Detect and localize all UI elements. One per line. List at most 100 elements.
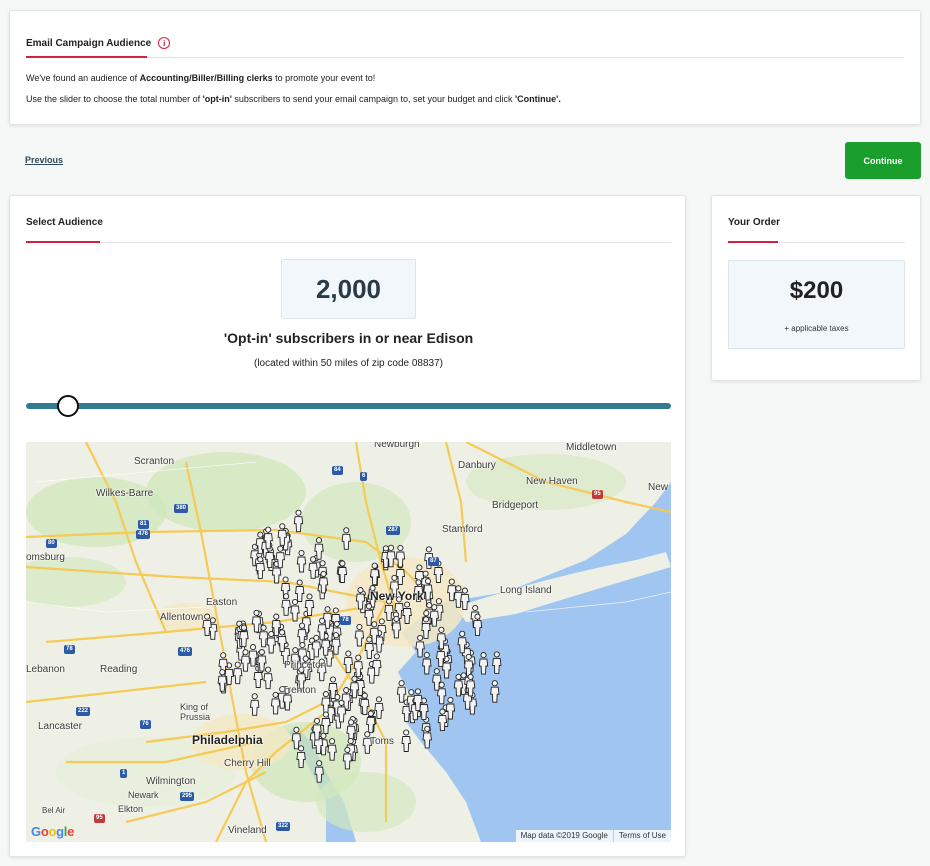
order-price: $200: [789, 277, 844, 304]
highway-shield: 476: [178, 647, 193, 656]
intro-line-1-suffix: to promote your event to!: [272, 73, 376, 83]
highway-shield: 84: [332, 466, 343, 475]
subscriber-count: 2,000: [281, 259, 416, 319]
person-marker-icon: [472, 613, 483, 637]
person-marker-icon: [490, 680, 500, 703]
select-audience-title: Select Audience: [26, 217, 103, 228]
terms-of-use-link[interactable]: Terms of Use: [612, 830, 671, 842]
subscriber-location-note: (located within 50 miles of zip code 088…: [254, 358, 443, 369]
person-marker-icon: [258, 624, 269, 648]
campaign-audience-title-text: Email Campaign Audience: [26, 37, 152, 49]
highway-shield: 81: [138, 520, 149, 529]
person-marker-icon: [478, 652, 489, 675]
person-marker-icon: [422, 725, 432, 749]
select-audience-card: Select Audience 2,000 'Opt-in' subscribe…: [9, 195, 686, 857]
person-marker-icon: [266, 630, 276, 654]
map-city-label: Vineland: [228, 825, 267, 836]
campaign-audience-title: Email Campaign Audience i: [26, 37, 171, 49]
map-city-label: Lancaster: [38, 721, 82, 732]
person-marker-icon: [354, 623, 365, 647]
person-marker-icon: [492, 651, 502, 674]
map-city-label: omsburg: [26, 552, 65, 563]
person-marker-icon: [349, 675, 360, 699]
person-marker-icon: [422, 651, 432, 675]
highway-shield: 295: [180, 792, 195, 801]
person-marker-icon: [327, 738, 337, 761]
person-marker-icon: [331, 632, 341, 655]
title-accent: [26, 56, 147, 58]
google-logo: Google: [31, 824, 75, 839]
person-marker-icon: [395, 544, 406, 568]
map-city-label: Newark: [128, 790, 159, 800]
map-city-label: Bridgeport: [492, 500, 539, 511]
order-summary-box: $200 + applicable taxes: [728, 260, 905, 349]
person-marker-icon: [396, 680, 407, 703]
map-attribution: Map data ©2019 Google Terms of Use: [515, 830, 671, 842]
person-marker-icon: [296, 549, 307, 573]
map-city-label: Trenton: [282, 685, 317, 696]
map-city-label: Cherry Hill: [224, 758, 271, 769]
map-city-label: Elkton: [118, 804, 144, 814]
continue-button[interactable]: Continue: [845, 142, 921, 179]
highway-shield: 380: [174, 504, 189, 513]
your-order-card: Your Order $200 + applicable taxes: [711, 195, 921, 381]
intro-line-1-prefix: We've found an audience of: [26, 73, 140, 83]
map-city-label: Stamford: [442, 524, 483, 535]
your-order-title: Your Order: [728, 217, 781, 228]
intro-line-2: Use the slider to choose the total numbe…: [26, 94, 561, 104]
intro-line-2-a: Use the slider to choose the total numbe…: [26, 94, 203, 104]
intro-line-2-c: subscribers to send your email campaign …: [231, 94, 516, 104]
map-city-label: Wilmington: [146, 776, 196, 787]
highway-shield: 95: [94, 814, 105, 823]
map-city-label: Bel Air: [42, 806, 66, 815]
person-marker-icon: [232, 661, 243, 685]
highway-shield: 78: [340, 616, 351, 625]
map-city-label: Princeton: [284, 660, 327, 671]
map-city-label: New Haven: [526, 476, 578, 487]
map-city-label: New: [648, 482, 669, 493]
map-city-label: New York: [370, 589, 424, 603]
title-divider: [26, 56, 904, 58]
highway-shield: 1: [120, 769, 128, 778]
person-marker-icon: [240, 649, 251, 672]
map-city-label: Reading: [100, 664, 138, 675]
person-marker-icon: [364, 636, 375, 659]
person-marker-icon: [437, 708, 448, 732]
campaign-audience-card: Email Campaign Audience i We've found an…: [9, 10, 921, 125]
subscriber-markers: [202, 509, 502, 783]
person-marker-icon: [291, 726, 302, 750]
map-city-label: Long Island: [500, 585, 552, 596]
map-city-label: Danbury: [458, 460, 496, 471]
map-city-label: Lebanon: [26, 664, 65, 675]
intro-line-2-optin: 'opt-in': [202, 94, 232, 104]
map-data-credit: Map data ©2019 Google: [520, 831, 608, 840]
person-marker-icon: [441, 655, 452, 679]
person-marker-icon: [391, 615, 402, 639]
title-accent: [26, 241, 100, 243]
person-marker-icon: [294, 579, 305, 602]
map-city-label: Easton: [206, 597, 238, 608]
highway-shield: 80: [46, 539, 57, 548]
person-marker-icon: [270, 691, 281, 715]
highway-shield: 87: [428, 557, 439, 566]
highway-shield: 222: [76, 707, 91, 716]
person-marker-icon: [401, 729, 411, 752]
title-accent: [728, 241, 778, 243]
title-divider: [728, 241, 905, 243]
person-marker-icon: [402, 601, 412, 624]
audience-slider-track[interactable]: [26, 403, 671, 409]
previous-link[interactable]: Previous: [25, 155, 63, 165]
map-city-label: Scranton: [134, 456, 175, 467]
audience-map[interactable]: Newburgh Middletown Scranton Danbury New…: [26, 442, 671, 842]
taxes-note: + applicable taxes: [784, 324, 849, 333]
intro-line-2-continue: 'Continue'.: [515, 94, 561, 104]
map-city-label: Middletown: [566, 442, 617, 453]
highway-shield: 78: [64, 645, 75, 654]
person-marker-icon: [415, 634, 425, 658]
info-icon[interactable]: i: [158, 37, 171, 49]
map-city-label: King of Prussia: [180, 702, 211, 722]
person-marker-icon: [290, 598, 300, 622]
person-marker-icon: [255, 556, 266, 579]
audience-slider-thumb[interactable]: [56, 395, 79, 417]
audience-category: Accounting/Biller/Billing clerks: [139, 73, 273, 83]
